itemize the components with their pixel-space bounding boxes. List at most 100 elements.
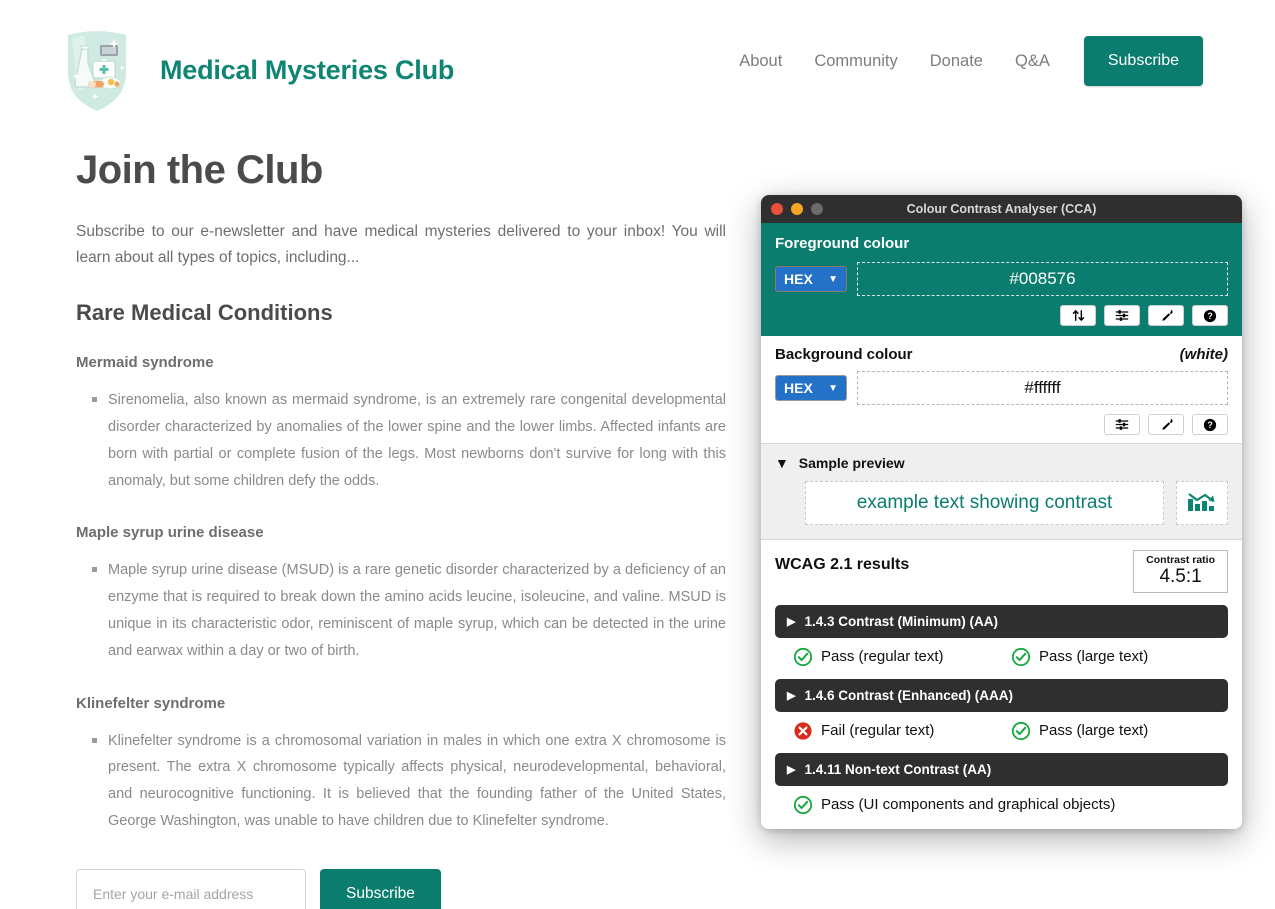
- list-item: Maple syrup urine disease (MSUD) is a ra…: [92, 557, 726, 664]
- medical-shield-logo-icon: [62, 25, 132, 115]
- outcome-large-text: Pass (large text): [1011, 721, 1148, 741]
- background-panel: Background colour (white) HEX ▼ #ffffff: [761, 336, 1242, 444]
- cca-titlebar[interactable]: Colour Contrast Analyser (CCA): [761, 195, 1242, 223]
- nav-item-donate[interactable]: Donate: [914, 52, 999, 71]
- list-item: Sirenomelia, also known as mermaid syndr…: [92, 387, 726, 494]
- background-tools: ?: [775, 414, 1228, 435]
- sample-preview-row: example text showing contrast: [775, 481, 1228, 525]
- foreground-format-value: HEX: [784, 271, 813, 287]
- outcome-label: Pass (UI components and graphical object…: [821, 796, 1116, 814]
- cca-window-title: Colour Contrast Analyser (CCA): [906, 202, 1097, 216]
- help-icon[interactable]: ?: [1192, 414, 1228, 435]
- nav-item-about[interactable]: About: [723, 52, 798, 71]
- chevron-down-icon: ▼: [828, 273, 838, 285]
- contrast-ratio-box: Contrast ratio 4.5:1: [1133, 550, 1228, 593]
- window-controls: [771, 203, 823, 215]
- wcag-results-header: WCAG 2.1 results Contrast ratio 4.5:1: [775, 550, 1228, 593]
- nav-item-community[interactable]: Community: [798, 52, 913, 71]
- nav-subscribe-button[interactable]: Subscribe: [1083, 36, 1203, 86]
- sample-preview-header[interactable]: ▼ Sample preview: [775, 455, 1228, 471]
- svg-text:?: ?: [1207, 420, 1212, 430]
- criterion-1-4-3-outcomes: Pass (regular text) Pass (large text): [775, 647, 1228, 667]
- outcome-label: Pass (regular text): [821, 648, 944, 666]
- outcome-label: Pass (large text): [1039, 722, 1149, 740]
- signup-subscribe-button[interactable]: Subscribe: [320, 868, 441, 909]
- main-nav: About Community Donate Q&A Subscribe: [723, 36, 1203, 86]
- sample-preview-label: Sample preview: [798, 455, 905, 471]
- site-header: Medical Mysteries Club About Community D…: [0, 0, 1275, 124]
- background-format-value: HEX: [784, 380, 813, 396]
- condition-list-mermaid: Sirenomelia, also known as mermaid syndr…: [76, 387, 726, 494]
- pass-icon: [793, 795, 813, 815]
- outcome-label: Pass (large text): [1039, 648, 1149, 666]
- criterion-1-4-6-outcomes: Fail (regular text) Pass (large text): [775, 721, 1228, 741]
- svg-text:?: ?: [1207, 311, 1212, 321]
- disclosure-triangle-right-icon[interactable]: ▶: [787, 763, 795, 776]
- eyedropper-icon[interactable]: [1148, 305, 1184, 326]
- close-window-button[interactable]: [771, 203, 783, 215]
- condition-list-msud: Maple syrup urine disease (MSUD) is a ra…: [76, 557, 726, 664]
- outcome-non-text: Pass (UI components and graphical object…: [793, 795, 1115, 815]
- colour-contrast-analyser-window: Colour Contrast Analyser (CCA) Foregroun…: [761, 195, 1242, 829]
- email-input[interactable]: [76, 868, 306, 909]
- chevron-down-icon: ▼: [828, 382, 838, 394]
- condition-title-klinefelter: Klinefelter syndrome: [76, 694, 226, 712]
- webpage-root: Medical Mysteries Club About Community D…: [0, 0, 1275, 909]
- help-icon[interactable]: ?: [1192, 305, 1228, 326]
- pass-icon: [1011, 721, 1031, 741]
- criterion-1-4-11-label: 1.4.11 Non-text Contrast (AA): [804, 761, 992, 777]
- foreground-colour-input[interactable]: #008576: [857, 262, 1228, 296]
- contrast-ratio-label: Contrast ratio: [1146, 554, 1215, 566]
- foreground-tools: ?: [775, 305, 1228, 326]
- sample-text: example text showing contrast: [805, 481, 1164, 525]
- swap-colours-icon[interactable]: [1060, 305, 1096, 326]
- bar-chart-declining-icon: [1185, 486, 1219, 521]
- brand[interactable]: Medical Mysteries Club: [62, 25, 454, 115]
- pass-icon: [1011, 647, 1031, 667]
- condition-list-klinefelter: Klinefelter syndrome is a chromosomal va…: [76, 728, 726, 835]
- sample-preview-panel: ▼ Sample preview example text showing co…: [761, 444, 1242, 540]
- main-content: Join the Club Subscribe to our e-newslet…: [76, 148, 726, 909]
- background-format-select[interactable]: HEX ▼: [775, 375, 847, 401]
- disclosure-triangle-right-icon[interactable]: ▶: [787, 615, 795, 628]
- section-title: Rare Medical Conditions: [76, 300, 333, 326]
- foreground-format-select[interactable]: HEX ▼: [775, 266, 847, 292]
- criterion-1-4-6-header[interactable]: ▶ 1.4.6 Contrast (Enhanced) (AAA): [775, 678, 1228, 712]
- foreground-panel: Foreground colour HEX ▼ #008576 ?: [761, 223, 1242, 336]
- outcome-regular-text: Pass (regular text): [793, 647, 1011, 667]
- signup-form: Subscribe: [76, 868, 726, 909]
- intro-paragraph: Subscribe to our e-newsletter and have m…: [76, 223, 726, 266]
- disclosure-triangle-down-icon[interactable]: ▼: [775, 455, 789, 471]
- criterion-1-4-3-label: 1.4.3 Contrast (Minimum) (AA): [804, 613, 998, 629]
- background-colour-input[interactable]: #ffffff: [857, 371, 1228, 405]
- disclosure-triangle-right-icon[interactable]: ▶: [787, 689, 795, 702]
- page-title: Join the Club: [76, 148, 323, 192]
- criterion-1-4-3-header[interactable]: ▶ 1.4.3 Contrast (Minimum) (AA): [775, 604, 1228, 638]
- outcome-regular-text: Fail (regular text): [793, 721, 1011, 741]
- sliders-icon[interactable]: [1104, 305, 1140, 326]
- eyedropper-icon[interactable]: [1148, 414, 1184, 435]
- background-header: Background colour (white): [775, 346, 1228, 363]
- background-colour-name: (white): [1179, 346, 1228, 363]
- outcome-large-text: Pass (large text): [1011, 647, 1148, 667]
- criterion-1-4-6-label: 1.4.6 Contrast (Enhanced) (AAA): [804, 687, 1013, 703]
- condition-title-msud: Maple syrup urine disease: [76, 524, 264, 542]
- fail-icon: [793, 721, 813, 741]
- brand-name: Medical Mysteries Club: [160, 54, 455, 85]
- criterion-1-4-11-outcomes: Pass (UI components and graphical object…: [775, 795, 1228, 815]
- pass-icon: [793, 647, 813, 667]
- background-label: Background colour: [775, 346, 913, 363]
- wcag-results-title: WCAG 2.1 results: [775, 556, 910, 573]
- list-item: Klinefelter syndrome is a chromosomal va…: [92, 728, 726, 835]
- background-input-row: HEX ▼ #ffffff: [775, 371, 1228, 405]
- nav-item-qa[interactable]: Q&A: [999, 52, 1066, 71]
- contrast-ratio-value: 4.5:1: [1159, 566, 1202, 587]
- foreground-label: Foreground colour: [775, 235, 910, 252]
- zoom-window-button[interactable]: [811, 203, 823, 215]
- condition-title-mermaid: Mermaid syndrome: [76, 354, 214, 372]
- criterion-1-4-11-header[interactable]: ▶ 1.4.11 Non-text Contrast (AA): [775, 752, 1228, 786]
- sliders-icon[interactable]: [1104, 414, 1140, 435]
- minimize-window-button[interactable]: [791, 203, 803, 215]
- outcome-label: Fail (regular text): [821, 722, 935, 740]
- foreground-input-row: HEX ▼ #008576: [775, 262, 1228, 296]
